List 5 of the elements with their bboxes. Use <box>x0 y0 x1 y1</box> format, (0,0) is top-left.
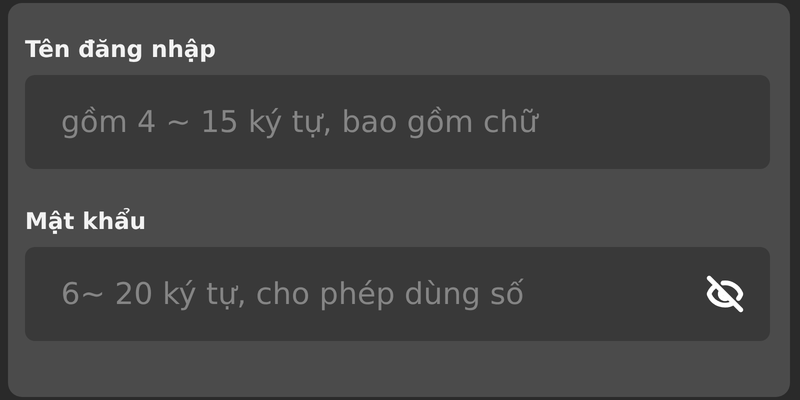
field-label: Tên đăng nhập <box>25 37 217 63</box>
field-label: Mật khẩu <box>25 209 147 235</box>
eye-off-icon[interactable] <box>706 275 744 313</box>
username-field[interactable]: gồm 4 ~ 15 ký tự, bao gồm chữ <box>25 75 770 169</box>
password-field[interactable]: 6~ 20 ký tự, cho phép dùng số <box>25 247 770 341</box>
